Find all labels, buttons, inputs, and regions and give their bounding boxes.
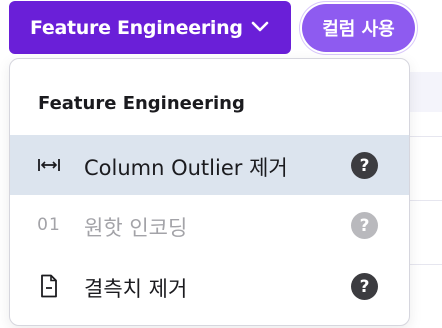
document-minus-icon bbox=[36, 274, 62, 298]
binary-number-icon-text: 01 bbox=[37, 215, 61, 235]
menu-item-label: Column Outlier 제거 bbox=[84, 156, 288, 180]
column-use-button-label: 컬럼 사용 bbox=[322, 19, 395, 40]
feature-engineering-menu: Feature Engineering Column Outlier 제거 ? … bbox=[9, 58, 410, 326]
binary-number-icon: 01 bbox=[36, 213, 62, 237]
column-use-button[interactable]: 컬럼 사용 bbox=[302, 4, 415, 52]
menu-item-label: 원핫 인코딩 bbox=[84, 216, 188, 240]
menu-item-label: 결측치 제거 bbox=[84, 277, 188, 301]
menu-heading: Feature Engineering bbox=[38, 93, 245, 114]
help-icon: ? bbox=[351, 212, 378, 239]
column-width-icon bbox=[36, 153, 62, 177]
feature-engineering-button-label: Feature Engineering bbox=[30, 16, 243, 39]
feature-engineering-dropdown-button[interactable]: Feature Engineering bbox=[9, 1, 291, 54]
menu-item-one-hot-encoding: 01 원핫 인코딩 ? bbox=[10, 195, 409, 255]
help-icon[interactable]: ? bbox=[351, 273, 378, 300]
chevron-down-icon bbox=[251, 21, 269, 32]
menu-item-column-outlier-removal[interactable]: Column Outlier 제거 ? bbox=[10, 135, 409, 195]
menu-item-missing-value-removal[interactable]: 결측치 제거 ? bbox=[10, 256, 409, 316]
help-icon[interactable]: ? bbox=[351, 152, 378, 179]
